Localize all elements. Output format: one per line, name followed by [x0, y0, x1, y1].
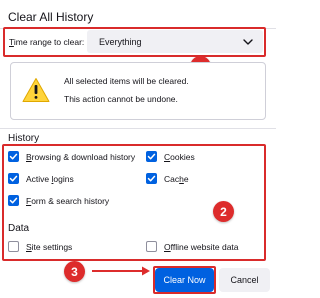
callout-badge-2: 2 [213, 201, 234, 222]
warning-box: All selected items will be cleared. This… [10, 62, 266, 120]
section-divider [0, 128, 276, 129]
cancel-button[interactable]: Cancel [219, 268, 270, 292]
warning-line-2: This action cannot be undone. [64, 94, 178, 104]
clear-history-dialog: Clear All History Time range to clear: E… [0, 0, 276, 298]
dialog-title: Clear All History [8, 10, 94, 24]
warning-triangle-icon [22, 78, 50, 102]
arrow-right-icon [92, 266, 150, 276]
history-heading: History [8, 133, 40, 144]
warning-line-1: All selected items will be cleared. [64, 76, 189, 86]
callout-box-1 [3, 27, 266, 57]
callout-box-3 [153, 266, 216, 294]
